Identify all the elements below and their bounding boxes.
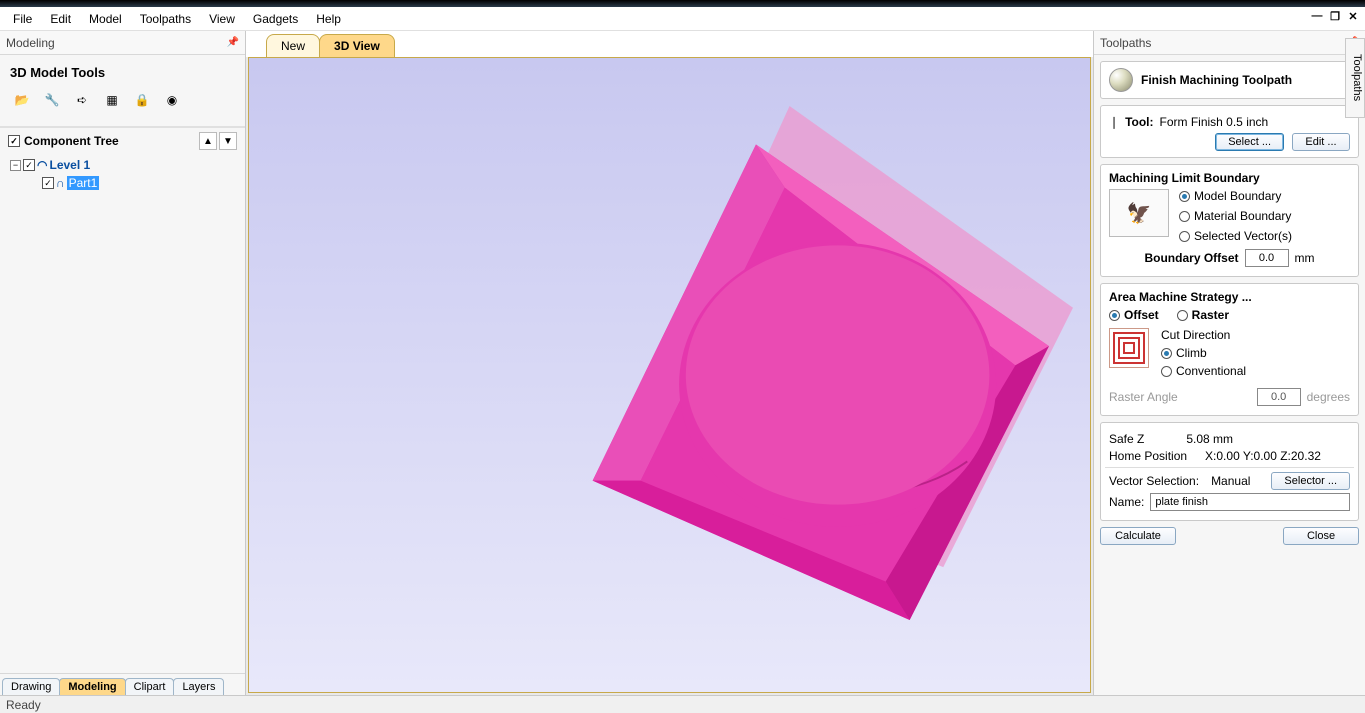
menu-toolpaths[interactable]: Toolpaths — [131, 9, 200, 29]
menu-view[interactable]: View — [200, 9, 244, 29]
menubar: File Edit Model Toolpaths View Gadgets H… — [0, 7, 1365, 31]
eagle-preview-icon: 🦅 — [1109, 189, 1169, 237]
move-down-button[interactable]: ▼ — [219, 132, 237, 150]
minimize-icon[interactable]: — — [1309, 9, 1325, 23]
offset-pattern-icon — [1109, 328, 1149, 368]
radio-offset[interactable]: Offset — [1109, 308, 1159, 322]
radio-model-boundary[interactable]: Model Boundary — [1179, 189, 1292, 203]
toolpaths-side-tab[interactable]: Toolpaths — [1345, 38, 1365, 118]
component-tree: − ◠ Level 1 ∩ Part1 — [6, 156, 239, 192]
limit-title: Machining Limit Boundary — [1109, 171, 1350, 185]
toolpath-name-input[interactable] — [1150, 493, 1350, 511]
tab-clipart[interactable]: Clipart — [125, 678, 175, 695]
left-bottom-tabs: Drawing Modeling Clipart Layers — [0, 673, 245, 695]
calculate-button[interactable]: Calculate — [1100, 527, 1176, 545]
raster-angle-input — [1257, 388, 1301, 406]
level-checkbox[interactable] — [23, 159, 35, 171]
component-tree-title: Component Tree — [24, 134, 119, 148]
menu-model[interactable]: Model — [80, 9, 131, 29]
statusbar: Ready — [0, 695, 1365, 713]
cut-direction-label: Cut Direction — [1161, 328, 1246, 342]
tool-bit-icon: ❘ — [1109, 115, 1119, 129]
left-panel-title: Modeling — [6, 36, 55, 50]
radio-material-boundary[interactable]: Material Boundary — [1179, 209, 1292, 223]
raster-angle-label: Raster Angle — [1109, 390, 1178, 404]
arrow-icon[interactable]: ➪ — [70, 88, 94, 112]
radio-raster[interactable]: Raster — [1177, 308, 1229, 322]
boundary-offset-input[interactable] — [1245, 249, 1289, 267]
model-render — [249, 58, 1090, 692]
name-label: Name: — [1109, 495, 1144, 509]
left-panel: Modeling 📌 3D Model Tools 📂 🔧 ➪ ▦ 🔒 ◉ Co… — [0, 31, 246, 695]
menu-file[interactable]: File — [4, 9, 41, 29]
home-pos-label: Home Position — [1109, 449, 1187, 463]
right-panel: Toolpaths 📌 Finish Machining Toolpath ❘ … — [1093, 31, 1365, 695]
pin-icon[interactable]: 📌 — [227, 37, 239, 48]
menu-gadgets[interactable]: Gadgets — [244, 9, 307, 29]
strategy-box: Area Machine Strategy ... Offset Raster … — [1100, 283, 1359, 416]
vector-selection-value: Manual — [1211, 474, 1250, 488]
radio-climb[interactable]: Climb — [1161, 346, 1246, 360]
menu-help[interactable]: Help — [307, 9, 350, 29]
tree-level-label[interactable]: Level 1 — [49, 158, 90, 172]
shape-icon[interactable]: 🔒 — [130, 88, 154, 112]
boundary-offset-unit: mm — [1295, 251, 1315, 265]
wrench-icon[interactable]: 🔧 — [40, 88, 64, 112]
tree-part-label[interactable]: Part1 — [67, 176, 100, 190]
toolpath-sphere-icon — [1109, 68, 1133, 92]
tool-value: Form Finish 0.5 inch — [1160, 115, 1269, 129]
view-tab-3d[interactable]: 3D View — [319, 34, 395, 57]
status-text: Ready — [6, 698, 41, 712]
tree-expander[interactable]: − — [10, 160, 21, 171]
part-checkbox[interactable] — [42, 177, 54, 189]
grid-icon[interactable]: ▦ — [100, 88, 124, 112]
positions-box: Safe Z 5.08 mm Home Position X:0.00 Y:0.00… — [1100, 422, 1359, 521]
strategy-title: Area Machine Strategy ... — [1109, 290, 1350, 304]
model-tools-title: 3D Model Tools — [10, 65, 239, 80]
selector-button[interactable]: Selector ... — [1271, 472, 1350, 490]
model-tools-toolbar: 📂 🔧 ➪ ▦ 🔒 ◉ — [6, 86, 239, 122]
edit-tool-button[interactable]: Edit ... — [1292, 133, 1350, 151]
boundary-offset-label: Boundary Offset — [1144, 251, 1238, 265]
maximize-icon[interactable]: ❐ — [1327, 9, 1343, 23]
layer-icon: ◠ — [37, 158, 47, 172]
home-pos-value: X:0.00 Y:0.00 Z:20.32 — [1205, 449, 1321, 463]
tab-drawing[interactable]: Drawing — [2, 678, 60, 695]
select-tool-button[interactable]: Select ... — [1215, 133, 1284, 151]
tab-modeling[interactable]: Modeling — [59, 678, 125, 695]
view-tabs: New 3D View — [246, 31, 1093, 57]
titlebar — [0, 0, 1365, 7]
component-tree-checkbox[interactable] — [8, 135, 20, 147]
limit-boundary-box: Machining Limit Boundary 🦅 Model Boundar… — [1100, 164, 1359, 277]
tool-label: Tool: — [1125, 115, 1153, 129]
part-icon: ∩ — [56, 176, 65, 190]
toolpath-header: Finish Machining Toolpath — [1100, 61, 1359, 99]
tool-box: ❘ Tool: Form Finish 0.5 inch Select ... … — [1100, 105, 1359, 158]
menu-edit[interactable]: Edit — [41, 9, 80, 29]
vector-selection-label: Vector Selection: — [1109, 474, 1199, 488]
toolpath-title: Finish Machining Toolpath — [1141, 73, 1292, 87]
radio-selected-vectors[interactable]: Selected Vector(s) — [1179, 229, 1292, 243]
safe-z-label: Safe Z — [1109, 432, 1144, 446]
view-tab-new[interactable]: New — [266, 34, 320, 57]
left-panel-header: Modeling 📌 — [0, 31, 245, 55]
radio-conventional[interactable]: Conventional — [1161, 364, 1246, 378]
raster-angle-unit: degrees — [1307, 390, 1350, 404]
right-panel-title: Toolpaths — [1100, 36, 1151, 50]
texture-icon[interactable]: ◉ — [160, 88, 184, 112]
safe-z-value: 5.08 mm — [1186, 432, 1233, 446]
center-area: New 3D View — [246, 31, 1093, 695]
tab-layers[interactable]: Layers — [173, 678, 224, 695]
open-model-icon[interactable]: 📂 — [10, 88, 34, 112]
move-up-button[interactable]: ▲ — [199, 132, 217, 150]
close-button[interactable]: Close — [1283, 527, 1359, 545]
right-panel-header: Toolpaths 📌 — [1094, 31, 1365, 55]
close-icon[interactable]: ✕ — [1345, 9, 1361, 23]
3d-viewport[interactable] — [248, 57, 1091, 693]
